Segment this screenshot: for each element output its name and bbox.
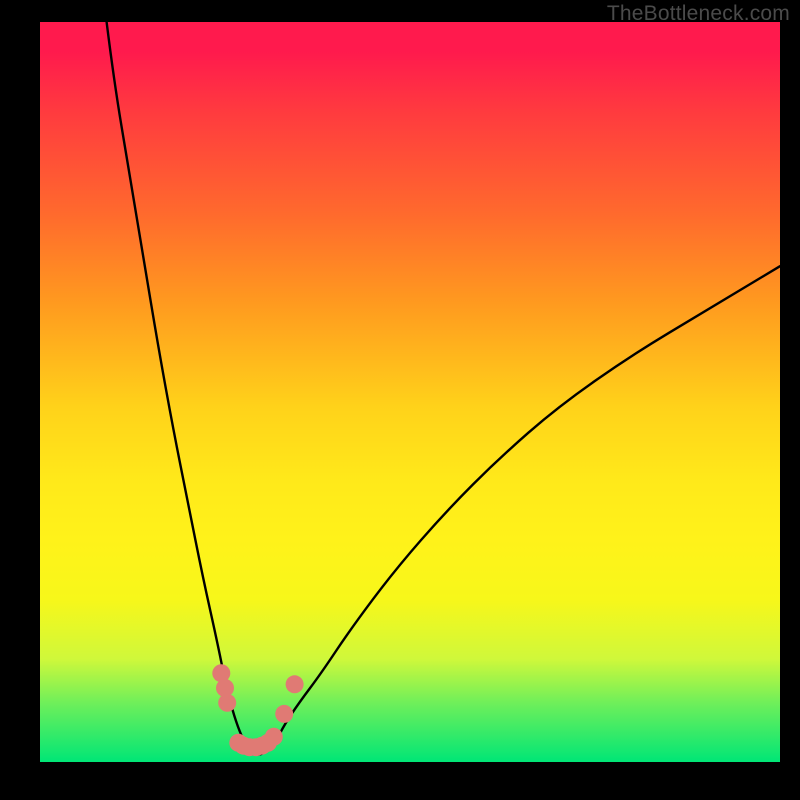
curve-marker	[265, 728, 283, 746]
plot-area	[40, 22, 780, 762]
chart-frame: TheBottleneck.com	[0, 0, 800, 800]
curve-marker	[286, 675, 304, 693]
curve-marker	[275, 705, 293, 723]
bottleneck-curve	[40, 22, 780, 762]
curve-marker	[218, 694, 236, 712]
